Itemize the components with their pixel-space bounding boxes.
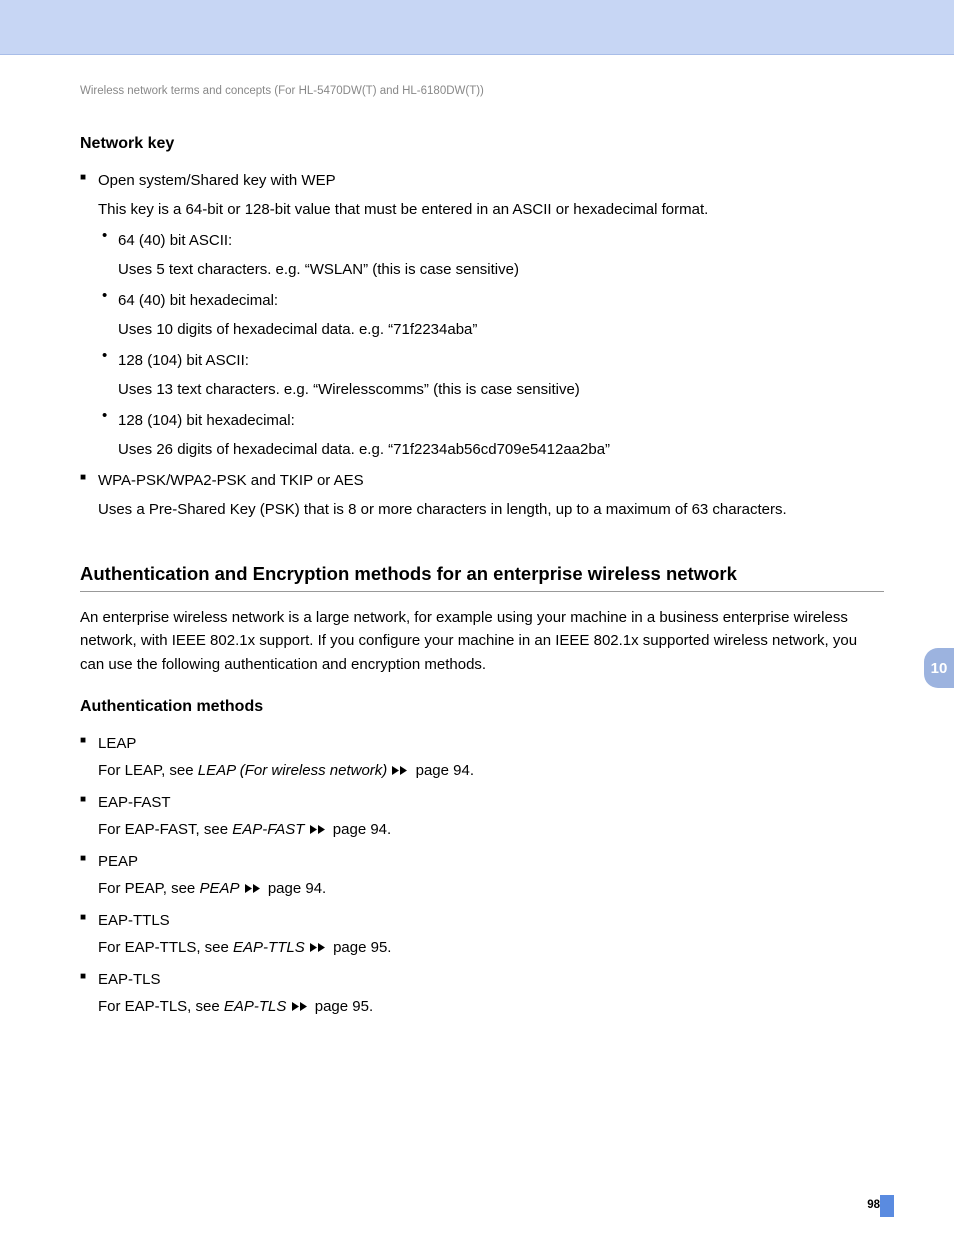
ref-post: page 94.: [411, 762, 474, 779]
sub-list: 64 (40) bit ASCII: Uses 5 text character…: [98, 227, 884, 463]
list-item: EAP-TLS For EAP-TLS, see EAP-TLS page 95…: [80, 966, 884, 1021]
list-item: PEAP For PEAP, see PEAP page 94.: [80, 848, 884, 903]
ref-pre: For LEAP, see: [98, 762, 198, 779]
section-title-network-key: Network key: [80, 135, 884, 153]
sub-label: 128 (104) bit hexadecimal:: [118, 407, 884, 434]
list-item: EAP-TTLS For EAP-TTLS, see EAP-TTLS page…: [80, 907, 884, 962]
section-subtitle-auth-methods: Authentication methods: [80, 698, 884, 716]
network-key-list: Open system/Shared key with WEP This key…: [80, 167, 884, 523]
item-label: LEAP: [98, 730, 884, 757]
list-item: 128 (104) bit hexadecimal: Uses 26 digit…: [98, 407, 884, 463]
sub-label: 64 (40) bit ASCII:: [118, 227, 884, 254]
page-number-accent: [880, 1195, 894, 1217]
list-item: 128 (104) bit ASCII: Uses 13 text charac…: [98, 347, 884, 403]
list-item: 64 (40) bit ASCII: Uses 5 text character…: [98, 227, 884, 283]
cross-ref-link[interactable]: EAP-TTLS: [233, 939, 305, 956]
ref-post: page 94.: [264, 880, 327, 897]
cross-ref-link[interactable]: EAP-TLS: [224, 998, 287, 1015]
item-label: PEAP: [98, 848, 884, 875]
item-label: Open system/Shared key with WEP: [98, 167, 884, 194]
ref-pre: For EAP-FAST, see: [98, 821, 232, 838]
sub-desc: Uses 10 digits of hexadecimal data. e.g.…: [118, 316, 884, 343]
item-label: EAP-TLS: [98, 966, 884, 993]
list-item: Open system/Shared key with WEP This key…: [80, 167, 884, 463]
cross-ref-link[interactable]: EAP-FAST: [232, 821, 304, 838]
sub-desc: Uses 13 text characters. e.g. “Wirelessc…: [118, 376, 884, 403]
cross-ref-link[interactable]: LEAP (For wireless network): [198, 762, 388, 779]
intro-paragraph: An enterprise wireless network is a larg…: [80, 606, 884, 676]
sub-desc: Uses 26 digits of hexadecimal data. e.g.…: [118, 436, 884, 463]
breadcrumb: Wireless network terms and concepts (For…: [80, 85, 884, 97]
double-arrow-icon: [309, 817, 329, 844]
footer: 98: [0, 1175, 954, 1235]
item-ref: For EAP-TTLS, see EAP-TTLS page 95.: [98, 934, 884, 962]
item-label: EAP-TTLS: [98, 907, 884, 934]
item-ref: For EAP-FAST, see EAP-FAST page 94.: [98, 816, 884, 844]
double-arrow-icon: [391, 758, 411, 785]
section-title-auth-enterprise: Authentication and Encryption methods fo…: [80, 563, 884, 592]
sub-label: 64 (40) bit hexadecimal:: [118, 287, 884, 314]
sub-desc: Uses 5 text characters. e.g. “WSLAN” (th…: [118, 256, 884, 283]
item-desc: This key is a 64-bit or 128-bit value th…: [98, 196, 884, 223]
page-number: 98: [867, 1199, 880, 1211]
item-label: EAP-FAST: [98, 789, 884, 816]
item-desc: Uses a Pre-Shared Key (PSK) that is 8 or…: [98, 496, 884, 523]
page-content: Wireless network terms and concepts (For…: [0, 55, 954, 1021]
ref-post: page 95.: [311, 998, 374, 1015]
ref-post: page 94.: [329, 821, 392, 838]
auth-methods-list: LEAP For LEAP, see LEAP (For wireless ne…: [80, 730, 884, 1021]
list-item: LEAP For LEAP, see LEAP (For wireless ne…: [80, 730, 884, 785]
double-arrow-icon: [309, 935, 329, 962]
header-band: [0, 0, 954, 55]
cross-ref-link[interactable]: PEAP: [199, 880, 239, 897]
list-item: 64 (40) bit hexadecimal: Uses 10 digits …: [98, 287, 884, 343]
double-arrow-icon: [291, 994, 311, 1021]
list-item: WPA-PSK/WPA2-PSK and TKIP or AES Uses a …: [80, 467, 884, 523]
ref-post: page 95.: [329, 939, 392, 956]
item-label: WPA-PSK/WPA2-PSK and TKIP or AES: [98, 467, 884, 494]
chapter-tab[interactable]: 10: [924, 648, 954, 688]
item-ref: For EAP-TLS, see EAP-TLS page 95.: [98, 993, 884, 1021]
ref-pre: For EAP-TLS, see: [98, 998, 224, 1015]
sub-label: 128 (104) bit ASCII:: [118, 347, 884, 374]
ref-pre: For EAP-TTLS, see: [98, 939, 233, 956]
double-arrow-icon: [244, 876, 264, 903]
item-ref: For LEAP, see LEAP (For wireless network…: [98, 757, 884, 785]
list-item: EAP-FAST For EAP-FAST, see EAP-FAST page…: [80, 789, 884, 844]
ref-pre: For PEAP, see: [98, 880, 199, 897]
item-ref: For PEAP, see PEAP page 94.: [98, 875, 884, 903]
